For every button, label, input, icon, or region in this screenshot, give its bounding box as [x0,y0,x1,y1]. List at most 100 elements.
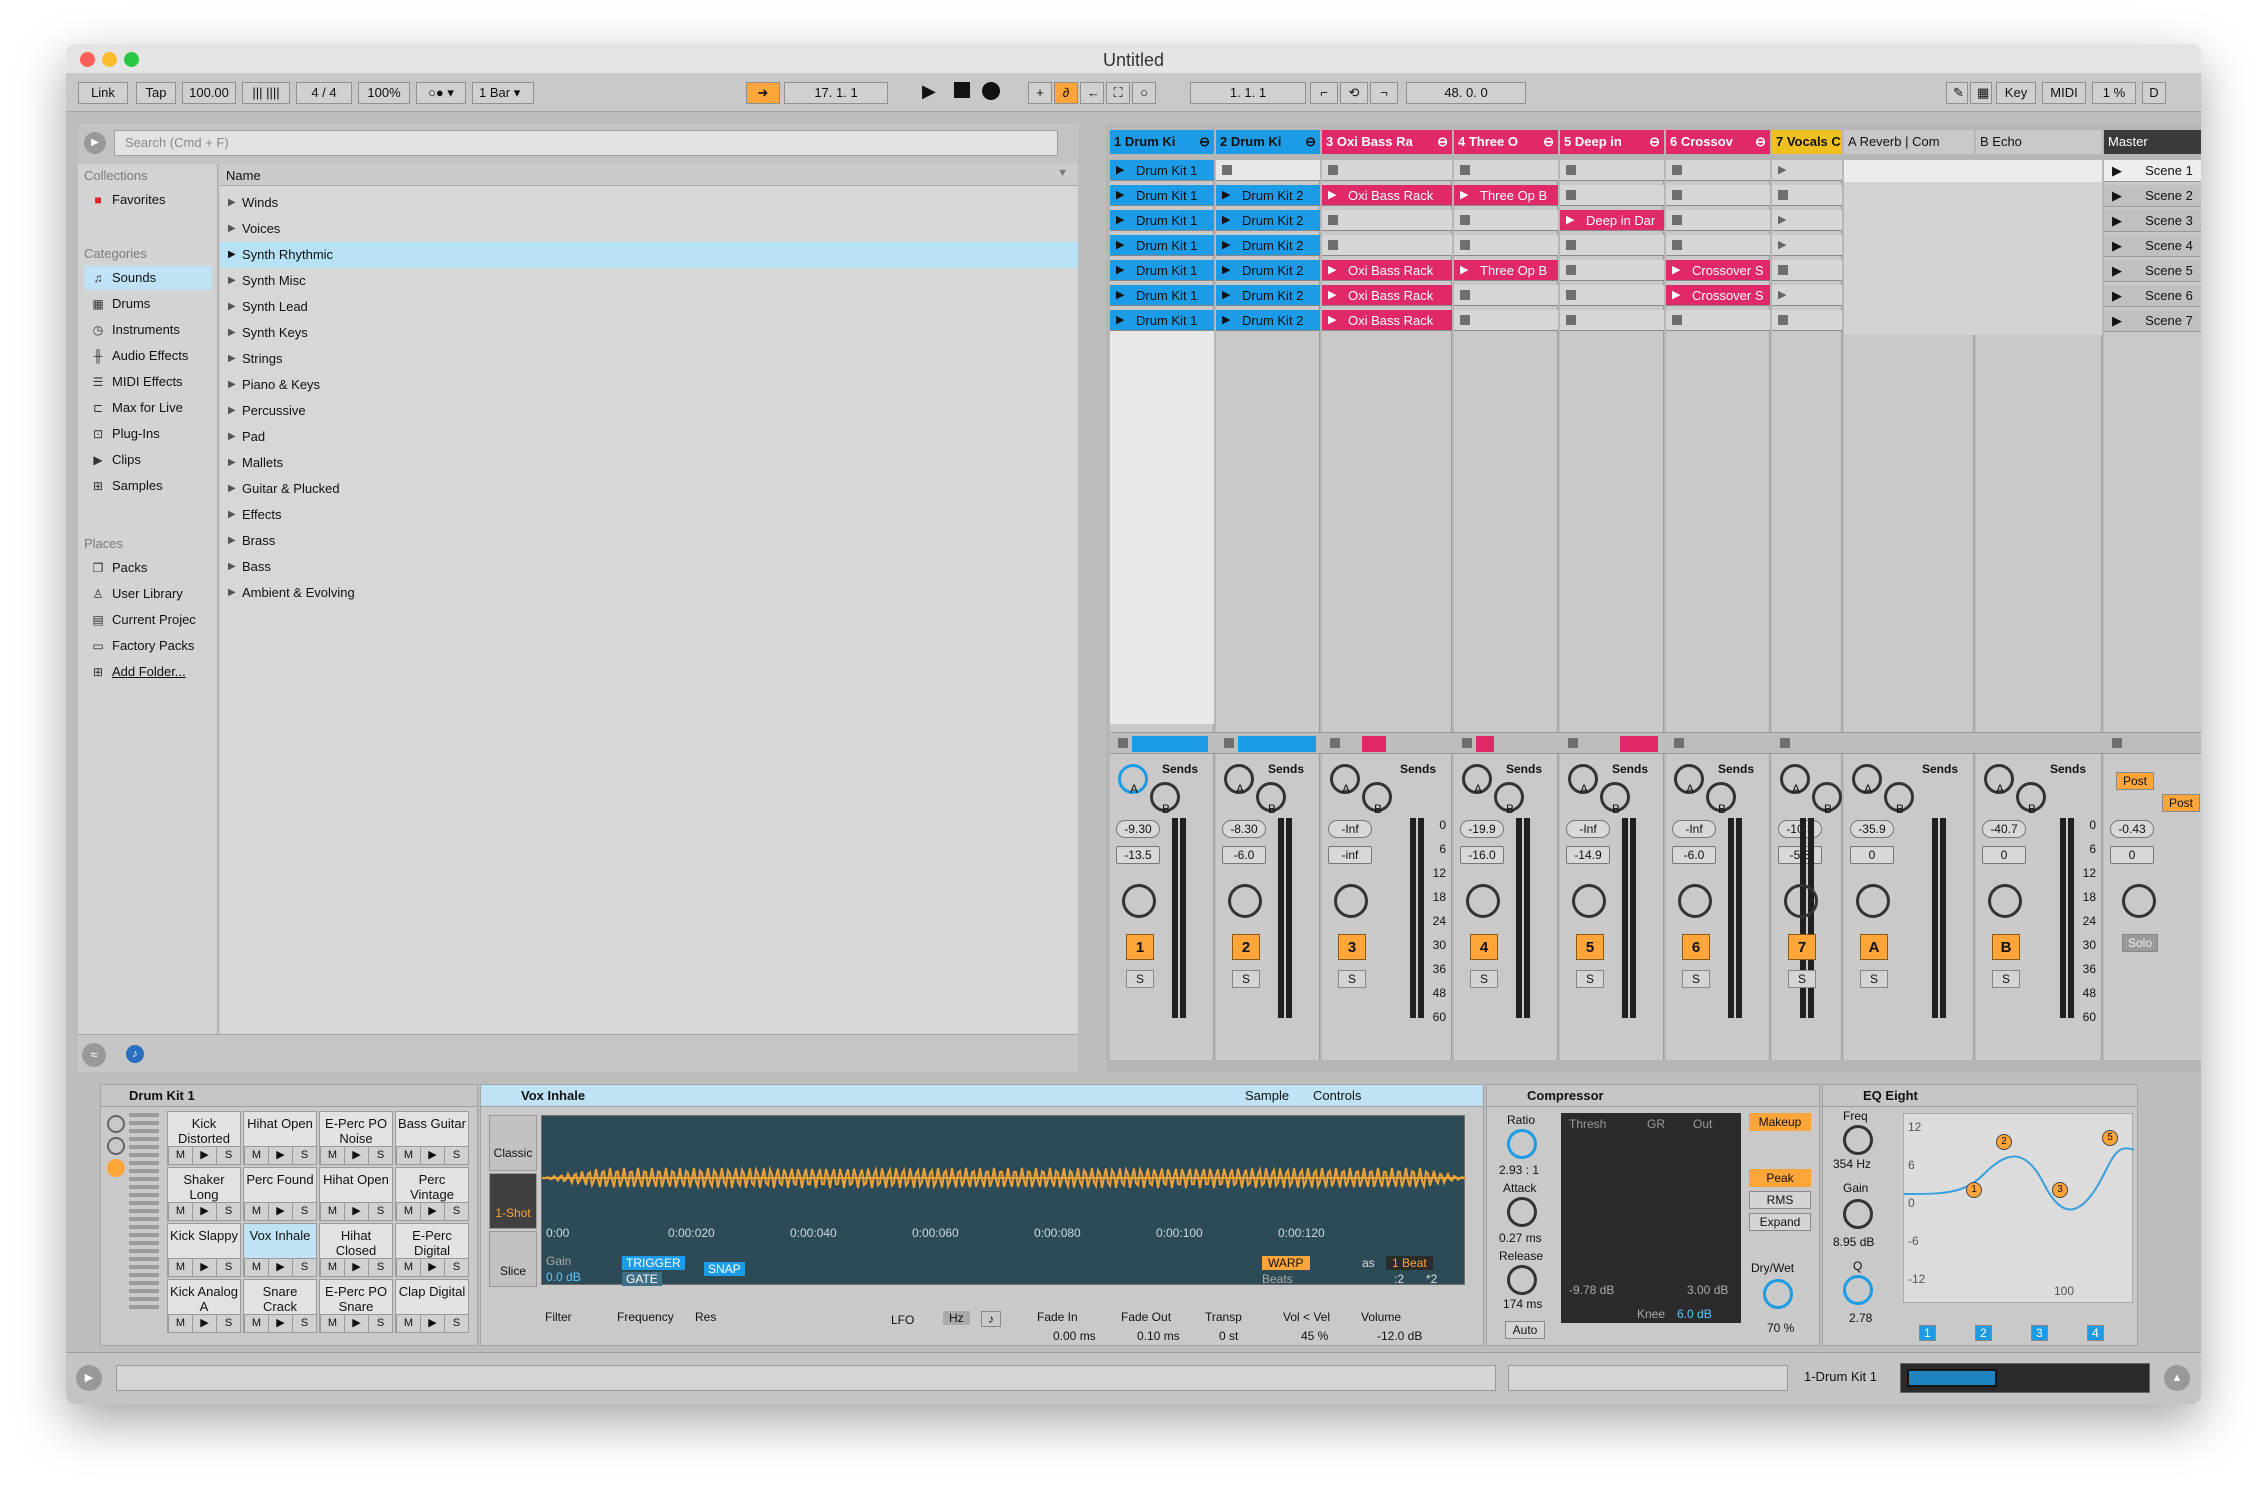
drum-pad[interactable]: Shaker Long M ▶ S [167,1167,241,1221]
pad-solo-button[interactable]: S [216,1146,240,1164]
pad-solo-button[interactable]: S [444,1202,468,1220]
track-menu-icon[interactable]: ⊖ [1199,130,1210,154]
empty-clip-slot[interactable] [1560,310,1664,331]
zoom-field[interactable]: 100% [358,82,410,104]
post-button[interactable]: Post [2162,794,2200,812]
clip-slot[interactable]: ▶ Drum Kit 1 [1110,235,1214,256]
pad-play-icon[interactable]: ▶ [268,1314,292,1332]
tap-tempo-button[interactable]: Tap [136,82,176,104]
pad-play-icon[interactable]: ▶ [344,1258,368,1276]
drum-pad[interactable]: Hihat Open M ▶ S [319,1167,393,1221]
stop-button-icon[interactable] [1222,165,1232,175]
clip-play-icon[interactable]: ▶ [1778,285,1786,305]
track-activator-button[interactable]: A [1860,934,1888,960]
makeup-button[interactable]: Makeup [1749,1113,1811,1131]
ratio-knob[interactable] [1507,1129,1537,1159]
track-stop-icon[interactable] [1224,738,1234,748]
follow-icon[interactable]: ➜ [746,82,780,104]
scene-6[interactable]: ▶ Scene 6 [2104,285,2201,307]
empty-clip-slot[interactable] [1772,185,1842,206]
track-header-1[interactable]: 1 Drum Ki ⊖ [1110,130,1214,154]
gate-button[interactable]: GATE [622,1272,662,1286]
track-overview[interactable] [1900,1363,2150,1393]
empty-clip-slot[interactable] [1560,285,1664,306]
clip-slot[interactable]: ▶ Deep in Dar [1560,210,1664,231]
pad-solo-button[interactable]: S [444,1146,468,1164]
overdub-icon[interactable]: + [1028,82,1052,104]
expand-icon[interactable]: ▶ [228,398,236,424]
pan-knob[interactable] [1988,884,2022,918]
pad-play-icon[interactable]: ▶ [192,1202,216,1220]
pad-play-icon[interactable]: ▶ [268,1146,292,1164]
pad-mute-button[interactable]: M [320,1258,344,1276]
list-item[interactable]: ▶ Bass [220,554,1078,580]
scene-4[interactable]: ▶ Scene 4 [2104,235,2201,257]
clip-slot[interactable]: ▶ Drum Kit 1 [1110,185,1214,206]
track-volume-field[interactable]: -Inf [1328,820,1372,838]
empty-clip-slot[interactable] [1560,260,1664,281]
pan-knob[interactable] [1334,884,1368,918]
drum-pad[interactable]: E-Perc PO Noise M ▶ S [319,1111,393,1165]
loop-length-field[interactable]: 48. 0. 0 [1406,82,1526,104]
solo-button[interactable]: S [1338,970,1366,988]
rack-list-icon[interactable] [107,1137,125,1155]
pad-solo-button[interactable]: S [444,1314,468,1332]
empty-clip-slot[interactable] [1560,235,1664,256]
pad-mute-button[interactable]: M [168,1202,192,1220]
clip-play-icon[interactable]: ▶ [1116,210,1124,230]
loop-start-field[interactable]: 1. 1. 1 [1190,82,1306,104]
stop-button-icon[interactable] [1672,315,1682,325]
sidebar-item-current-project[interactable]: ▤ Current Projec [84,608,212,632]
clip-slot[interactable]: ▶ Drum Kit 1 [1110,210,1214,231]
drum-pad[interactable]: Hihat Open M ▶ S [243,1111,317,1165]
freq-knob[interactable] [1843,1125,1873,1155]
rack-io-icon[interactable] [107,1159,125,1177]
empty-clip-slot[interactable] [1454,310,1558,331]
pad-solo-button[interactable]: S [292,1146,316,1164]
metronome-icon[interactable]: ○● ▾ [416,82,466,104]
expand-icon[interactable]: ▶ [228,528,236,554]
solo-button[interactable]: S [1470,970,1498,988]
clip-slot[interactable]: ▶ Oxi Bass Rack [1322,285,1452,306]
note-sync-button[interactable]: ♪ [981,1311,1001,1327]
pad-play-icon[interactable]: ▶ [344,1202,368,1220]
pad-mute-button[interactable]: M [396,1146,420,1164]
return-track-header-a[interactable]: A Reverb | Com [1844,130,1974,154]
clip-play-icon[interactable]: ▶ [1222,310,1230,330]
track-stop-icon[interactable] [1462,738,1472,748]
track-header-2[interactable]: 2 Drum Ki ⊖ [1216,130,1320,154]
solo-button[interactable]: S [1682,970,1710,988]
fade-out-value[interactable]: 0.10 ms [1137,1329,1180,1343]
halve-button[interactable]: :2 [1394,1272,1404,1286]
empty-clip-slot[interactable] [1322,235,1452,256]
list-item[interactable]: ▶ Guitar & Plucked [220,476,1078,502]
stop-button-icon[interactable] [1328,165,1338,175]
clip-slot[interactable]: ▶ Three Op B [1454,260,1558,281]
clip-play-icon[interactable]: ▶ [1222,260,1230,280]
sidebar-item-favorites[interactable]: ■ Favorites [84,188,212,212]
classic-mode-button[interactable]: Classic [489,1115,537,1171]
pad-mute-button[interactable]: M [168,1314,192,1332]
track-header-5[interactable]: 5 Deep in ⊖ [1560,130,1664,154]
track-volume-field[interactable]: -35.9 [1850,820,1894,838]
solo-button[interactable]: S [1788,970,1816,988]
list-item[interactable]: ▶ Mallets [220,450,1078,476]
eq-band-handle[interactable]: 5 [2102,1130,2118,1146]
track-activator-button[interactable]: 3 [1338,934,1366,960]
sidebar-item-clips[interactable]: ▶ Clips [84,448,212,472]
pad-mute-button[interactable]: M [320,1314,344,1332]
pad-solo-button[interactable]: S [444,1258,468,1276]
empty-clip-slot[interactable] [1666,185,1770,206]
release-knob[interactable] [1507,1265,1537,1295]
clip-play-icon[interactable]: ▶ [1778,160,1786,180]
drum-pad[interactable]: Clap Digital M ▶ S [395,1279,469,1333]
link-button[interactable]: Link [78,82,128,104]
empty-clip-slot[interactable]: ▶ [1772,285,1842,306]
expand-icon[interactable]: ▶ [228,450,236,476]
pad-solo-button[interactable]: S [368,1258,392,1276]
list-item[interactable]: ▶ Synth Lead [220,294,1078,320]
clip-slot[interactable]: ▶ Oxi Bass Rack [1322,260,1452,281]
pad-mute-button[interactable]: M [396,1202,420,1220]
drum-pad[interactable]: Kick Distorted M ▶ S [167,1111,241,1165]
scene-2[interactable]: ▶ Scene 2 [2104,185,2201,207]
